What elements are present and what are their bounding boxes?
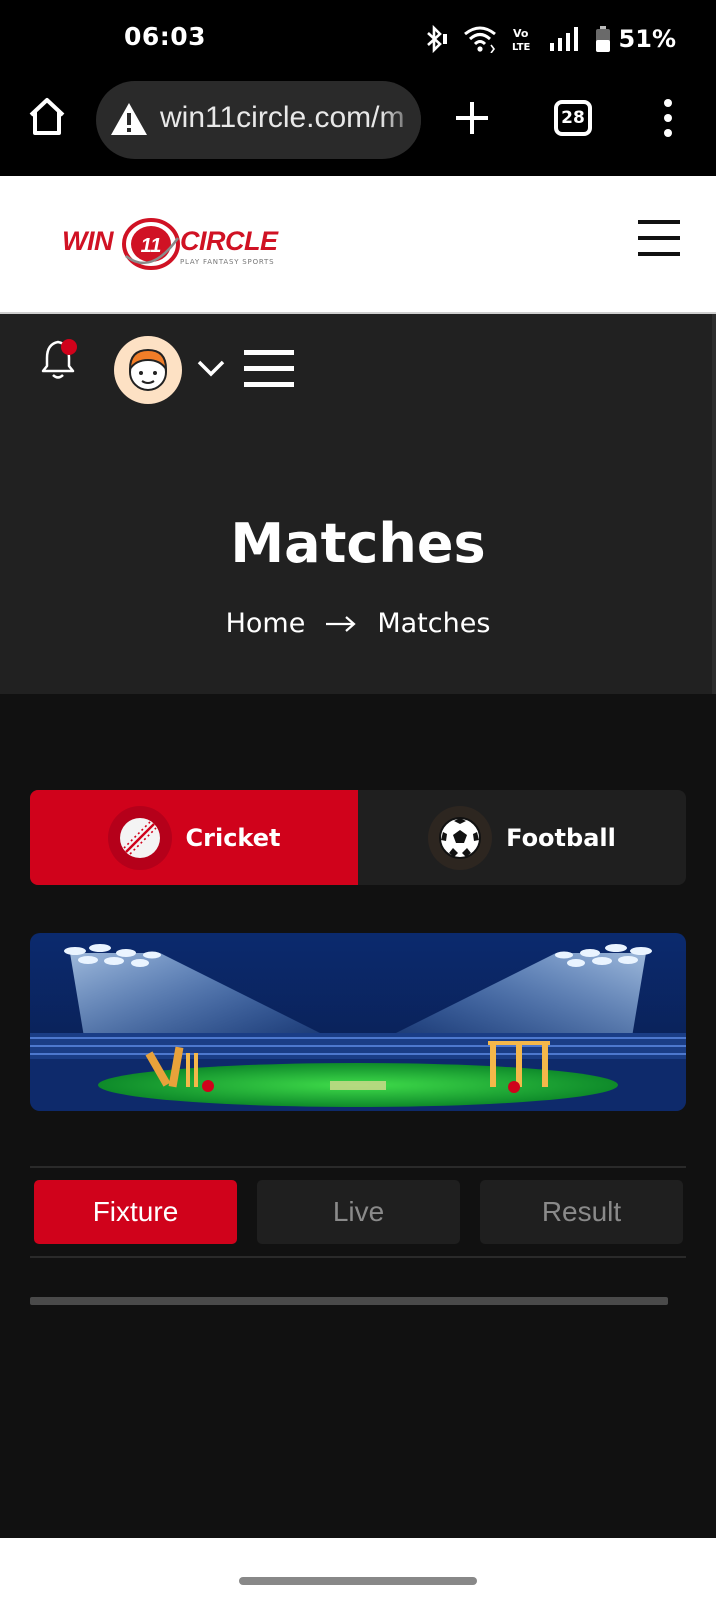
url-fade bbox=[381, 81, 421, 159]
battery-percentage: 51% bbox=[618, 25, 676, 53]
cricket-ball-icon bbox=[119, 817, 160, 858]
tab-fixture[interactable]: Fixture bbox=[34, 1180, 237, 1244]
arrow-right-icon bbox=[326, 615, 356, 632]
breadcrumb: Home Matches bbox=[0, 608, 716, 639]
tab-football-label: Football bbox=[506, 823, 616, 852]
site-logo[interactable]: WIN 11 CIRCLE PLAY FANTASY SPORTS bbox=[62, 216, 278, 276]
site-header: WIN 11 CIRCLE PLAY FANTASY SPORTS bbox=[0, 176, 716, 314]
tabs-button[interactable]: 28 bbox=[554, 100, 592, 136]
plus-icon[interactable] bbox=[452, 98, 492, 138]
logo-tagline: PLAY FANTASY SPORTS bbox=[180, 258, 275, 266]
breadcrumb-current: Matches bbox=[377, 608, 491, 639]
sport-switch: Cricket Football bbox=[30, 790, 686, 885]
avatar-face-icon bbox=[128, 348, 168, 391]
status-bar: 06:03 Vo LTE 51% bbox=[0, 0, 716, 78]
football-icon bbox=[439, 816, 482, 859]
tab-live[interactable]: Live bbox=[257, 1180, 460, 1244]
navigation-bar bbox=[0, 1538, 716, 1600]
logo-text-win: WIN bbox=[62, 226, 113, 256]
address-bar[interactable]: win11circle.com/m bbox=[96, 81, 421, 159]
tabs-divider-bottom bbox=[30, 1256, 686, 1258]
chevron-down-icon[interactable] bbox=[196, 358, 226, 378]
hamburger-menu-icon[interactable] bbox=[244, 350, 294, 388]
status-time: 06:03 bbox=[124, 22, 207, 51]
tabs-divider-top bbox=[30, 1166, 686, 1168]
page-title: Matches bbox=[230, 512, 486, 575]
more-vert-icon[interactable] bbox=[660, 98, 676, 138]
menu-icon[interactable] bbox=[638, 218, 680, 258]
logo-text-circle: CIRCLE bbox=[180, 226, 278, 256]
loading-bar bbox=[30, 1297, 668, 1305]
hero-section: Matches Home Matches bbox=[0, 314, 716, 694]
signal-icon bbox=[549, 27, 578, 51]
football-icon-wrap bbox=[428, 805, 493, 870]
stadium-banner bbox=[30, 933, 686, 1111]
url-text[interactable]: win11circle.com/m bbox=[160, 101, 405, 135]
warning-icon[interactable] bbox=[110, 101, 148, 137]
breadcrumb-home-link[interactable]: Home bbox=[226, 608, 306, 639]
tab-cricket-label: Cricket bbox=[185, 823, 281, 852]
tab-result[interactable]: Result bbox=[480, 1180, 683, 1244]
status-icons: Vo LTE 51% bbox=[423, 24, 676, 54]
notification-bell-icon[interactable] bbox=[38, 336, 82, 382]
logo-number: 11 bbox=[141, 235, 162, 257]
gesture-handle[interactable] bbox=[239, 1577, 477, 1585]
battery-icon bbox=[595, 26, 610, 52]
svg-text:LTE: LTE bbox=[512, 42, 531, 53]
svg-text:Vo: Vo bbox=[513, 27, 529, 40]
bluetooth-icon bbox=[426, 25, 447, 53]
volte-icon: Vo LTE bbox=[512, 27, 531, 53]
cricket-stadium-illustration bbox=[30, 933, 686, 1111]
home-icon[interactable] bbox=[26, 96, 68, 138]
browser-toolbar: win11circle.com/m 28 bbox=[0, 78, 716, 176]
user-avatar[interactable] bbox=[114, 336, 182, 404]
cricket-icon-wrap bbox=[107, 805, 172, 870]
logo-ball-icon: 11 bbox=[122, 218, 180, 270]
tab-football[interactable]: Football bbox=[358, 790, 686, 885]
wifi-icon bbox=[463, 26, 496, 53]
tab-cricket[interactable]: Cricket bbox=[30, 790, 358, 885]
